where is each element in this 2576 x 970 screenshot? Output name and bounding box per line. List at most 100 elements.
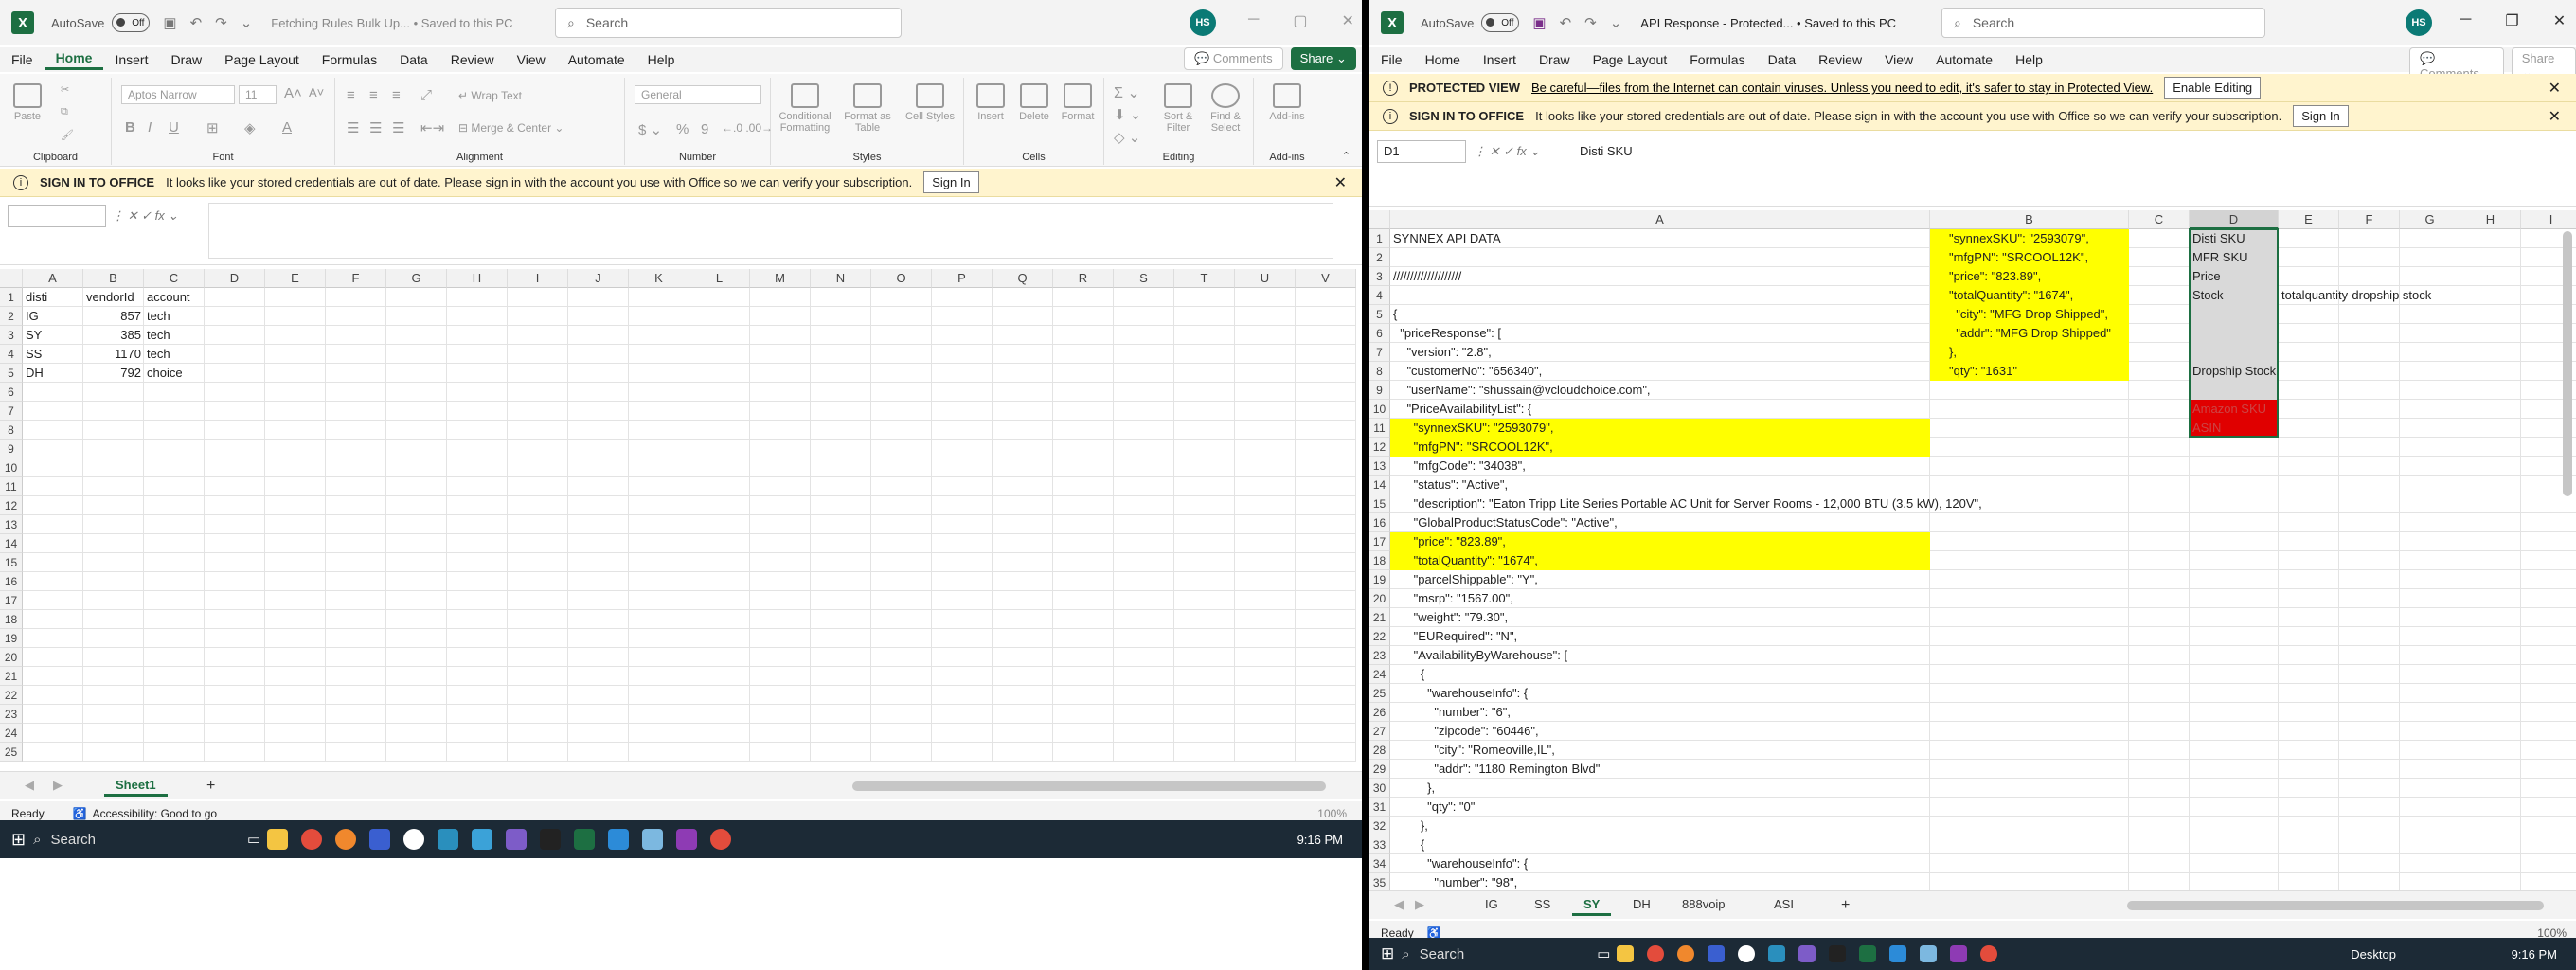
row-header[interactable]: 16 — [1369, 513, 1390, 532]
cell[interactable]: }, — [1390, 817, 1930, 835]
cell[interactable] — [2190, 343, 2279, 362]
cell-styles-button[interactable]: Cell Styles — [902, 83, 958, 122]
column-header[interactable]: B — [1930, 210, 2129, 229]
fx-icon[interactable]: ⋮ ✕ ✓ fx ⌄ — [112, 208, 178, 224]
cell[interactable]: totalquantity-dropship stock — [2279, 286, 2431, 305]
row-header[interactable]: 10 — [1369, 400, 1390, 419]
restore-icon[interactable]: ❐ — [2505, 11, 2518, 30]
menu-tab-help[interactable]: Help — [2004, 52, 2054, 67]
formula-input[interactable] — [208, 203, 1333, 259]
collapse-ribbon-icon[interactable]: ⌃ — [1342, 150, 1351, 162]
cell[interactable]: SYNNEX API DATA — [1390, 229, 1930, 248]
clear-icon[interactable]: ◇ ⌄ — [1114, 129, 1140, 146]
app-icon[interactable] — [403, 829, 425, 850]
taskbar-search[interactable]: ⌕ Search — [26, 826, 96, 853]
menu-tab-page-layout[interactable]: Page Layout — [213, 52, 311, 67]
conditional-formatting-button[interactable]: Conditional Formatting — [777, 83, 833, 134]
task-view-icon[interactable]: ▭ — [247, 831, 260, 848]
format-cells-button[interactable]: Format — [1057, 83, 1099, 122]
row-header[interactable]: 24 — [0, 724, 23, 743]
terminal-icon[interactable] — [540, 829, 562, 850]
select-all-corner[interactable] — [1369, 210, 1390, 229]
cell[interactable]: "weight": "79.30", — [1390, 608, 1930, 627]
row-header[interactable]: 25 — [1369, 684, 1390, 703]
column-header[interactable]: C — [144, 269, 205, 288]
comments-button[interactable]: 💬 Comments — [1184, 47, 1283, 70]
indent-icon[interactable]: ⇤⇥ — [420, 119, 444, 136]
app-icon[interactable] — [1708, 945, 1726, 962]
excel-taskbar-icon[interactable] — [574, 829, 596, 850]
row-header[interactable]: 2 — [1369, 248, 1390, 267]
cell[interactable]: "synnexSKU": "2593079", — [1390, 419, 1930, 438]
row-header[interactable]: 7 — [1369, 343, 1390, 362]
menu-tab-draw[interactable]: Draw — [159, 52, 213, 67]
sheet-tab[interactable]: Sheet1 — [104, 776, 168, 797]
undo-icon[interactable]: ↶ — [190, 14, 203, 31]
decimal-icon[interactable]: ←.0 .00→ — [722, 121, 773, 135]
sheet-tab-dh[interactable]: DH — [1621, 895, 1662, 913]
row-header[interactable]: 32 — [1369, 817, 1390, 835]
cell[interactable]: "msrp": "1567.00", — [1390, 589, 1930, 608]
column-header[interactable]: T — [1174, 269, 1235, 288]
column-header[interactable]: E — [2279, 210, 2339, 229]
row-header[interactable]: 7 — [0, 402, 23, 421]
app-icon[interactable] — [1768, 945, 1786, 962]
row-header[interactable]: 17 — [1369, 532, 1390, 551]
accessibility-status[interactable]: Accessibility: Good to go — [93, 807, 217, 820]
row-header[interactable]: 8 — [0, 421, 23, 440]
cell[interactable]: }, — [1930, 343, 2129, 362]
row-header[interactable]: 11 — [1369, 419, 1390, 438]
column-header[interactable]: D — [2190, 210, 2279, 229]
bold-icon[interactable]: B — [125, 119, 135, 135]
cell[interactable]: "city": "MFG Drop Shipped", — [1930, 305, 2129, 324]
cell[interactable]: Disti SKU — [2190, 229, 2279, 248]
cell[interactable]: "qty": "1631" — [1930, 362, 2129, 381]
close-icon[interactable]: ✕ — [1341, 11, 1353, 30]
firefox-icon[interactable] — [335, 829, 357, 850]
spreadsheet-grid[interactable]: A B C D E F G H I J K L M N O P Q R S T U V 1 2 3 4 5 6 7 8 9 10 11 12 13 1… — [0, 269, 1362, 777]
cell[interactable]: "status": "Active", — [1390, 476, 1930, 494]
menu-tab-automate[interactable]: Automate — [557, 52, 636, 67]
row-header[interactable]: 28 — [1369, 741, 1390, 760]
cell[interactable]: "zipcode": "60446", — [1390, 722, 1930, 741]
cell[interactable]: 792 — [83, 364, 144, 383]
cell[interactable]: SY — [23, 326, 83, 345]
close-icon[interactable]: ✕ — [2549, 107, 2561, 126]
addins-button[interactable]: Add-ins — [1263, 83, 1311, 122]
row-header[interactable]: 5 — [1369, 305, 1390, 324]
cell[interactable] — [1390, 286, 1930, 305]
cell[interactable]: "addr": "MFG Drop Shipped" — [1930, 324, 2129, 343]
cell[interactable]: vendorId — [83, 288, 144, 307]
row-header[interactable]: 34 — [1369, 854, 1390, 873]
font-size-select[interactable]: 11 — [239, 85, 277, 104]
vscode-icon[interactable] — [608, 829, 630, 850]
onenote-icon[interactable] — [1950, 945, 1968, 962]
name-box[interactable]: D1 — [1377, 140, 1466, 163]
terminal-icon[interactable] — [1829, 945, 1847, 962]
maximize-icon[interactable]: ▢ — [1293, 11, 1307, 30]
copy-icon[interactable]: ⧉ — [61, 106, 68, 118]
number-format-select[interactable]: General — [635, 85, 761, 104]
cell[interactable]: "AvailabilityByWarehouse": [ — [1390, 646, 1930, 665]
menu-tab-page-layout[interactable]: Page Layout — [1582, 52, 1679, 67]
cell[interactable]: "PriceAvailabilityList": { — [1390, 400, 1930, 419]
wrap-text-button[interactable]: ↵ Wrap Text — [458, 89, 522, 102]
menu-tab-home[interactable]: Home — [44, 50, 104, 70]
comma-icon[interactable]: 9 — [701, 121, 708, 137]
share-button[interactable]: Share ⌄ — [1290, 47, 1356, 70]
chrome-icon[interactable] — [1647, 945, 1665, 962]
spreadsheet-grid[interactable]: A B C D E F G H I 1 2 3 4 5 6 7 8 9 10 11 12 13 14 15 16 17 18 19 20… — [1369, 210, 2576, 890]
column-header[interactable]: S — [1114, 269, 1174, 288]
row-header[interactable]: 17 — [0, 591, 23, 610]
row-header[interactable]: 23 — [0, 705, 23, 724]
menu-tab-file[interactable]: File — [0, 52, 45, 67]
row-header[interactable]: 12 — [0, 496, 23, 515]
row-header[interactable]: 9 — [1369, 381, 1390, 400]
menu-tab-insert[interactable]: Insert — [103, 52, 159, 67]
cell[interactable] — [2190, 324, 2279, 343]
align-left-icon[interactable]: ☰ — [347, 119, 359, 136]
search-box[interactable]: ⌕ Search — [1941, 8, 2265, 38]
cell[interactable]: "EURequired": "N", — [1390, 627, 1930, 646]
row-header[interactable]: 21 — [0, 667, 23, 686]
avatar[interactable]: HS — [1190, 9, 1216, 36]
